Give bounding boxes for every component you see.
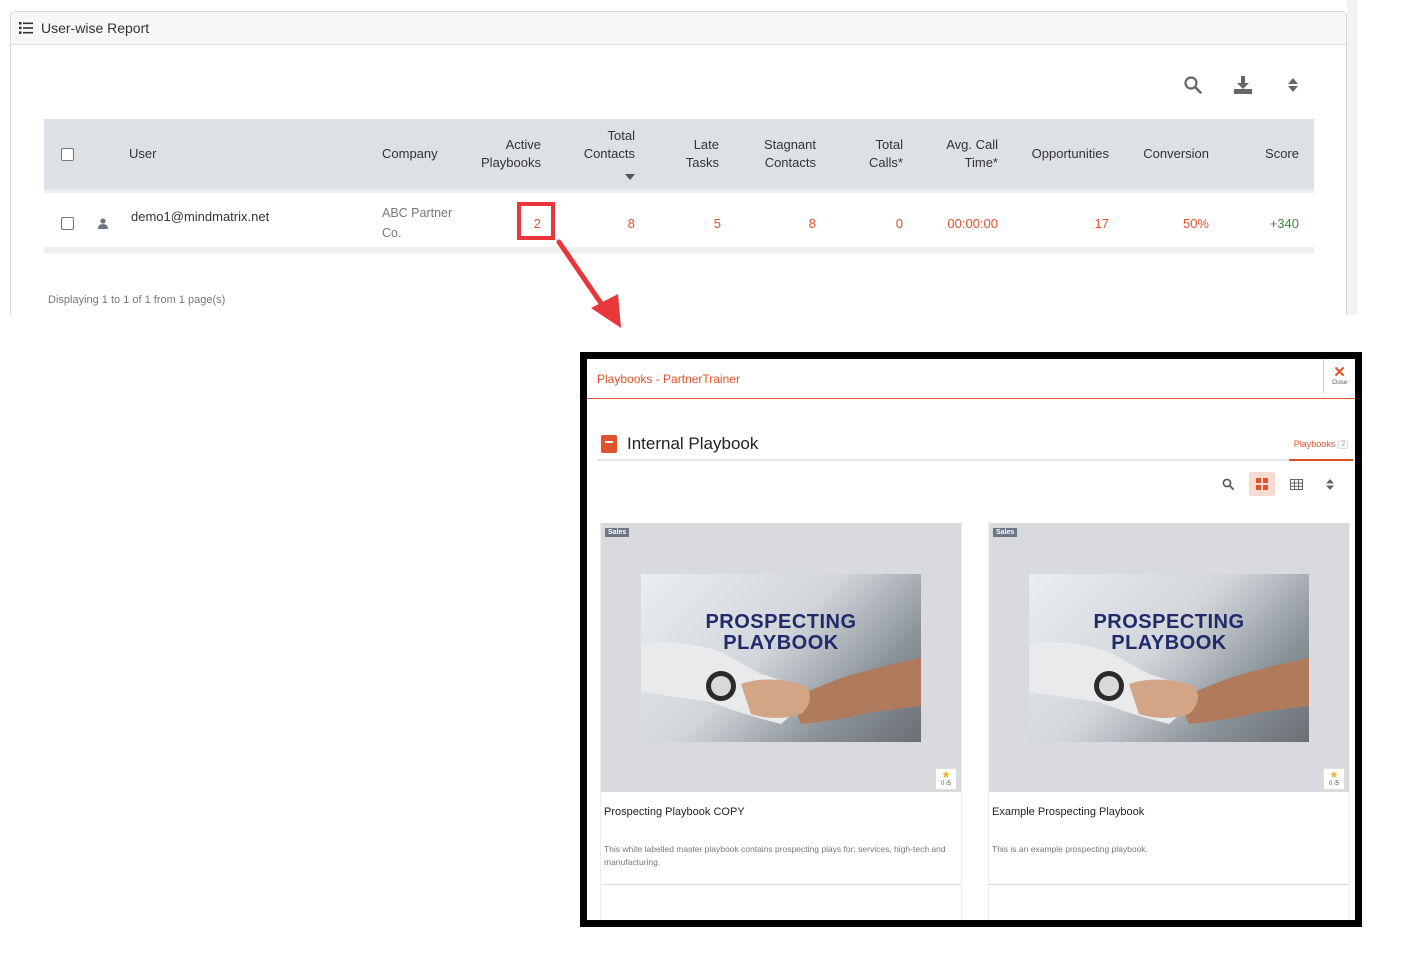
- rating-value: 0 /5: [940, 781, 951, 787]
- tab-label: Playbooks: [1293, 439, 1336, 449]
- select-all-cell: [61, 119, 74, 189]
- tab-count-badge: 2: [1338, 439, 1349, 449]
- cell-active-playbooks[interactable]: 2: [534, 193, 541, 253]
- rating-badge: ★ 0 /5: [935, 768, 957, 790]
- close-icon: ✕: [1333, 364, 1346, 381]
- cell-avg-call-time[interactable]: 00:00:00: [947, 193, 998, 253]
- table-view-icon[interactable]: [1283, 472, 1309, 496]
- col-user[interactable]: User: [129, 119, 156, 189]
- card-edge: [600, 522, 601, 920]
- table-header: User Company Active Playbooks Total Cont…: [44, 119, 1314, 189]
- modal-toolbar: [1215, 472, 1343, 496]
- card-image: Sales PROSPECTING PLAYBOOK ★ 0 /5: [989, 523, 1349, 792]
- rating-badge: ★ 0 /5: [1323, 768, 1345, 790]
- category-tag: Sales: [993, 528, 1018, 537]
- category-tag: Sales: [605, 528, 630, 537]
- sort-icon[interactable]: [1317, 472, 1343, 496]
- pagination-info: Displaying 1 to 1 of 1 from 1 page(s): [48, 294, 226, 306]
- book-icon: [601, 435, 617, 453]
- cell-user[interactable]: demo1@mindmatrix.net: [131, 193, 269, 253]
- thumbnail-title: PROSPECTING PLAYBOOK: [1093, 611, 1245, 654]
- tab-playbooks[interactable]: Playbooks 2: [1289, 429, 1353, 461]
- card-edge: [961, 522, 962, 920]
- cell-stagnant-contacts[interactable]: 8: [809, 193, 816, 253]
- search-icon[interactable]: [1215, 472, 1241, 496]
- playbook-card[interactable]: Sales PROSPECTING PLAYBOOK ★ 0 /5 Prospe…: [600, 522, 962, 920]
- section-header: Internal Playbook Playbooks 2: [597, 429, 1353, 461]
- col-active-playbooks[interactable]: Active Playbooks: [481, 119, 541, 189]
- report-toolbar: [1182, 74, 1304, 96]
- user-report-table: User Company Active Playbooks Total Cont…: [44, 119, 1314, 253]
- user-wise-report-panel: User-wise Report User Company Active Pla…: [10, 11, 1347, 315]
- playbooks-modal: Playbooks - PartnerTrainer ✕ Close Inter…: [580, 352, 1362, 927]
- playbook-thumbnail: PROSPECTING PLAYBOOK: [641, 574, 921, 742]
- table-row: demo1@mindmatrix.net ABC Partner Co. 2 8…: [44, 193, 1314, 253]
- col-late-tasks[interactable]: Late Tasks: [686, 119, 719, 189]
- close-button[interactable]: ✕ Close: [1323, 359, 1355, 393]
- sort-desc-icon: [625, 168, 635, 183]
- col-avg-call-time[interactable]: Avg. Call Time*: [946, 119, 998, 189]
- row-select-cell: [61, 193, 74, 253]
- col-company[interactable]: Company: [382, 119, 438, 189]
- select-all-checkbox[interactable]: [61, 147, 74, 161]
- search-icon[interactable]: [1182, 74, 1204, 96]
- col-total-calls[interactable]: Total Calls*: [869, 119, 903, 189]
- report-title: User-wise Report: [41, 20, 150, 36]
- col-score[interactable]: Score: [1265, 119, 1299, 189]
- card-edge: [988, 522, 989, 920]
- row-checkbox[interactable]: [61, 216, 74, 230]
- cell-score: +340: [1269, 215, 1299, 231]
- grid-view-icon[interactable]: [1249, 472, 1275, 496]
- section-title: Internal Playbook: [627, 434, 759, 453]
- playbook-name[interactable]: Prospecting Playbook COPY: [604, 806, 745, 818]
- thumbnail-title: PROSPECTING PLAYBOOK: [705, 611, 857, 654]
- rating-value: 0 /5: [1328, 781, 1339, 787]
- playbook-description: This white labelled master playbook cont…: [604, 844, 946, 867]
- cell-opportunities[interactable]: 17: [1095, 193, 1109, 253]
- col-conversion[interactable]: Conversion: [1143, 119, 1209, 189]
- card-divider: [989, 884, 1349, 885]
- cell-company: ABC Partner Co.: [382, 206, 453, 240]
- cell-late-tasks[interactable]: 5: [714, 193, 721, 253]
- playbook-description: This is an example prospecting playbook.: [992, 844, 1148, 854]
- playbook-card[interactable]: Sales PROSPECTING PLAYBOOK ★ 0 /5 Exampl…: [988, 522, 1350, 920]
- list-icon: [19, 22, 33, 34]
- card-divider: [601, 884, 961, 885]
- download-icon[interactable]: [1232, 74, 1254, 96]
- sort-icon[interactable]: [1282, 74, 1304, 96]
- cell-total-calls[interactable]: 0: [896, 193, 903, 253]
- playbook-thumbnail: PROSPECTING PLAYBOOK: [1029, 574, 1309, 742]
- col-opportunities[interactable]: Opportunities: [1032, 119, 1109, 189]
- report-header: User-wise Report: [11, 12, 1346, 45]
- callout-arrow: [556, 239, 621, 328]
- col-stagnant-contacts[interactable]: Stagnant Contacts: [764, 119, 816, 189]
- star-icon: ★: [941, 770, 951, 781]
- cell-total-contacts[interactable]: 8: [628, 193, 635, 253]
- cell-conversion[interactable]: 50%: [1183, 193, 1209, 253]
- star-icon: ★: [1329, 770, 1339, 781]
- modal-header: Playbooks - PartnerTrainer ✕ Close: [587, 359, 1355, 399]
- user-icon: [98, 193, 108, 253]
- page-gutter: [1347, 0, 1357, 315]
- card-edge: [1349, 522, 1350, 920]
- modal-title: Playbooks - PartnerTrainer: [597, 371, 740, 386]
- card-image: Sales PROSPECTING PLAYBOOK ★ 0 /5: [601, 523, 961, 792]
- close-label: Close: [1331, 380, 1348, 386]
- playbook-name[interactable]: Example Prospecting Playbook: [992, 806, 1144, 818]
